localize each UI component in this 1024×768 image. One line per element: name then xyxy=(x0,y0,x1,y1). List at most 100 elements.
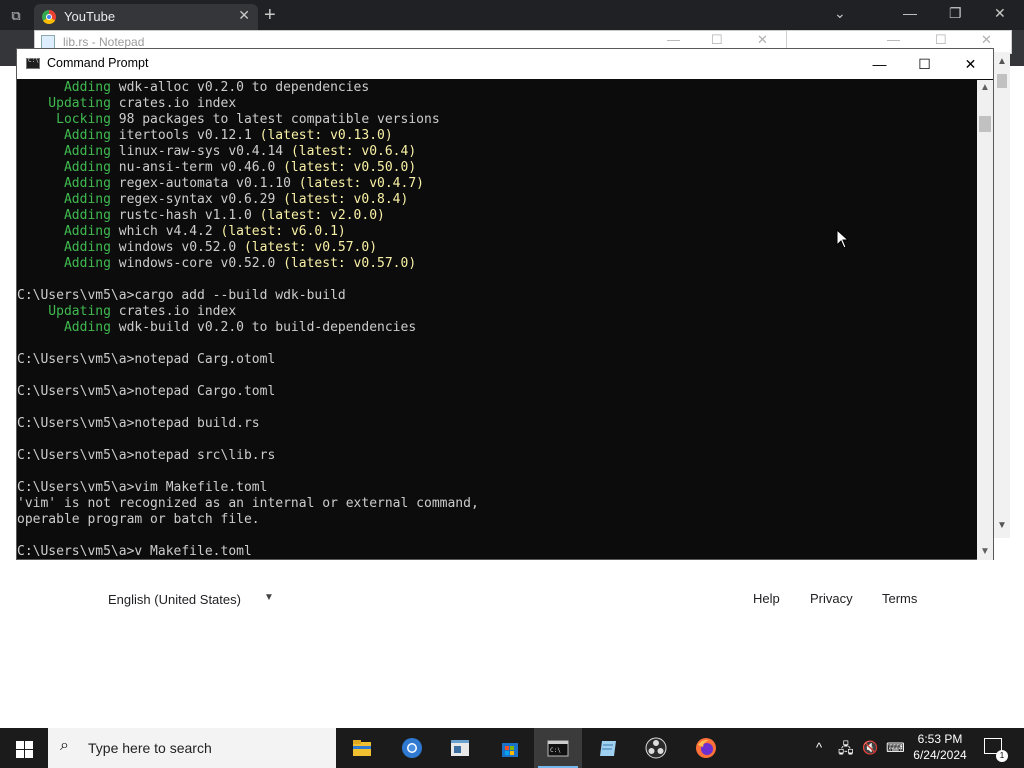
second-window-minimize-button[interactable]: — xyxy=(887,32,900,47)
page-scroll-down-icon[interactable]: ▼ xyxy=(994,520,1010,531)
cmd-scroll-down-icon[interactable]: ▼ xyxy=(977,544,993,560)
cmd-output-segment: nu-ansi-term v0.46.0 xyxy=(110,160,284,175)
cmd-close-button[interactable]: ✕ xyxy=(948,49,993,79)
cmd-output-segment: Updating xyxy=(17,96,111,111)
cmd-output-segment: (latest: v0.13.0) xyxy=(259,128,393,143)
clock-time: 6:53 PM xyxy=(917,732,963,746)
browser-restore-button[interactable]: ❐ xyxy=(949,5,962,22)
taskbar-notepad[interactable] xyxy=(584,728,632,768)
cmd-icon xyxy=(26,57,40,69)
cmd-output-line: C:\Users\vm5\a>cargo add --build wdk-bui… xyxy=(17,288,977,304)
show-hidden-icons-chevron-icon[interactable]: ^ xyxy=(816,728,822,768)
cmd-output-line: Adding regex-automata v0.1.10 (latest: v… xyxy=(17,176,977,192)
tab-close-icon[interactable]: ✕ xyxy=(238,7,250,24)
cmd-output-segment: C:\Users\vm5\a>cargo add --build wdk-bui… xyxy=(17,288,346,303)
notepad-maximize-button[interactable]: ☐ xyxy=(711,32,723,48)
footer-link-terms[interactable]: Terms xyxy=(882,591,917,606)
cmd-output-segment: C:\Users\vm5\a>vim Makefile.toml xyxy=(17,480,268,495)
cmd-output-segment: (latest: v0.57.0) xyxy=(283,256,417,271)
cmd-title: Command Prompt xyxy=(47,56,149,70)
cmd-output-segment: wdk-build v0.2.0 to build-dependencies xyxy=(110,320,417,335)
file-explorer-icon xyxy=(353,740,371,756)
cmd-output-line: Adding which v4.4.2 (latest: v6.0.1) xyxy=(17,224,977,240)
cmd-output-segment: C:\Users\vm5\a>notepad build.rs xyxy=(17,416,260,431)
cmd-output-segment: C:\Users\vm5\a>notepad Carg.otoml xyxy=(17,352,276,367)
cmd-output-segment: (latest: v0.6.4) xyxy=(290,144,417,159)
footer-link-privacy[interactable]: Privacy xyxy=(810,591,853,606)
cmd-output-line: C:\Users\vm5\a>notepad src\lib.rs xyxy=(17,448,977,464)
cmd-output-segment: Adding xyxy=(17,128,111,143)
notepad-minimize-button[interactable]: — xyxy=(667,32,680,47)
taskbar-store[interactable] xyxy=(486,728,534,768)
cmd-output-line xyxy=(17,464,977,480)
notepad-icon xyxy=(41,35,55,49)
taskbar-search-box[interactable]: ⌕ Type here to search xyxy=(48,728,336,768)
svg-text:C:\: C:\ xyxy=(550,747,561,754)
cmd-output-segment: Adding xyxy=(17,240,111,255)
second-window-maximize-button[interactable]: ☐ xyxy=(935,32,947,48)
cmd-output-segment: wdk-alloc v0.2.0 to dependencies xyxy=(110,80,370,95)
taskbar-file-explorer[interactable] xyxy=(338,728,386,768)
cmd-output-segment: crates.io index xyxy=(110,96,237,111)
store-icon xyxy=(502,743,518,757)
cmd-output-segment: operable program or batch file. xyxy=(17,512,260,527)
start-button[interactable] xyxy=(0,728,48,768)
cmd-output-segment: (latest: v0.4.7) xyxy=(298,176,424,191)
cmd-output-line: operable program or batch file. xyxy=(17,512,977,528)
second-window-close-button[interactable]: ✕ xyxy=(981,32,992,48)
cmd-output-segment: Adding xyxy=(17,144,111,159)
cmd-output-line: Adding nu-ansi-term v0.46.0 (latest: v0.… xyxy=(17,160,977,176)
page-scrollbar[interactable]: ▲ ▼ xyxy=(994,52,1010,538)
network-icon[interactable]: 🖧 xyxy=(838,728,854,768)
command-prompt-window[interactable]: Command Prompt — ☐ ✕ Adding wdk-alloc v0… xyxy=(16,48,994,560)
cmd-output-segment: crates.io index xyxy=(110,304,237,319)
cmd-scroll-thumb[interactable] xyxy=(979,116,991,132)
notepad-close-button[interactable]: ✕ xyxy=(757,32,768,48)
cmd-output-segment: Adding xyxy=(17,224,111,239)
chrome-favicon-icon xyxy=(42,10,56,24)
cmd-output-segment: windows v0.52.0 xyxy=(110,240,244,255)
taskbar-app-window[interactable] xyxy=(436,728,484,768)
cmd-output-line xyxy=(17,400,977,416)
cmd-output-line: Adding windows v0.52.0 (latest: v0.57.0) xyxy=(17,240,977,256)
page-scroll-up-icon[interactable]: ▲ xyxy=(994,56,1010,67)
tab-search-icon[interactable]: ⧉ xyxy=(6,6,26,26)
system-clock[interactable]: 6:53 PM 6/24/2024 xyxy=(900,731,980,763)
language-selector[interactable]: English (United States) xyxy=(108,592,241,607)
browser-tab-youtube[interactable]: YouTube ✕ xyxy=(34,4,258,30)
cmd-scrollbar[interactable]: ▲ ▼ xyxy=(977,80,993,560)
taskbar-command-prompt[interactable]: C:\ xyxy=(534,728,582,768)
taskbar-chrome[interactable] xyxy=(388,728,436,768)
cmd-output-segment: regex-syntax v0.6.29 xyxy=(110,192,284,207)
cmd-output-line: Adding rustc-hash v1.1.0 (latest: v2.0.0… xyxy=(17,208,977,224)
cmd-output-line: Updating crates.io index xyxy=(17,304,977,320)
cmd-output-segment: Adding xyxy=(17,176,111,191)
cmd-output-segment: which v4.4.2 xyxy=(110,224,221,239)
browser-tab-title: YouTube xyxy=(64,9,116,24)
footer-link-help[interactable]: Help xyxy=(753,591,780,606)
clock-date: 6/24/2024 xyxy=(913,748,967,762)
cmd-output-segment: linux-raw-sys v0.4.14 xyxy=(110,144,291,159)
browser-minimize-button[interactable]: — xyxy=(903,5,917,21)
browser-close-button[interactable]: ✕ xyxy=(994,5,1006,22)
windows-logo-icon xyxy=(16,741,24,749)
cmd-output-segment: Adding xyxy=(17,192,111,207)
cmd-titlebar[interactable]: Command Prompt — ☐ ✕ xyxy=(17,49,993,79)
new-tab-button[interactable]: + xyxy=(264,4,276,27)
cmd-scroll-up-icon[interactable]: ▲ xyxy=(977,80,993,96)
taskbar-obs[interactable] xyxy=(632,728,680,768)
cmd-minimize-button[interactable]: — xyxy=(857,49,902,79)
taskbar-firefox[interactable] xyxy=(682,728,730,768)
cmd-output-line: C:\Users\vm5\a>vim Makefile.toml xyxy=(17,480,977,496)
tab-list-chevron-icon[interactable]: ⌄ xyxy=(834,5,846,22)
notification-count-badge: 1 xyxy=(996,750,1008,762)
cmd-maximize-button[interactable]: ☐ xyxy=(902,49,947,79)
cmd-output-segment: rustc-hash v1.1.0 xyxy=(110,208,260,223)
cmd-output[interactable]: Adding wdk-alloc v0.2.0 to dependencies … xyxy=(17,80,977,560)
cmd-output-line: C:\Users\vm5\a>notepad build.rs xyxy=(17,416,977,432)
language-dropdown-arrow-icon[interactable]: ▼ xyxy=(264,592,274,603)
cmd-output-line: Adding wdk-alloc v0.2.0 to dependencies xyxy=(17,80,977,96)
cmd-output-segment: Adding xyxy=(17,256,111,271)
volume-muted-icon[interactable]: 🔇 xyxy=(862,728,878,768)
page-scroll-thumb[interactable] xyxy=(997,74,1007,88)
